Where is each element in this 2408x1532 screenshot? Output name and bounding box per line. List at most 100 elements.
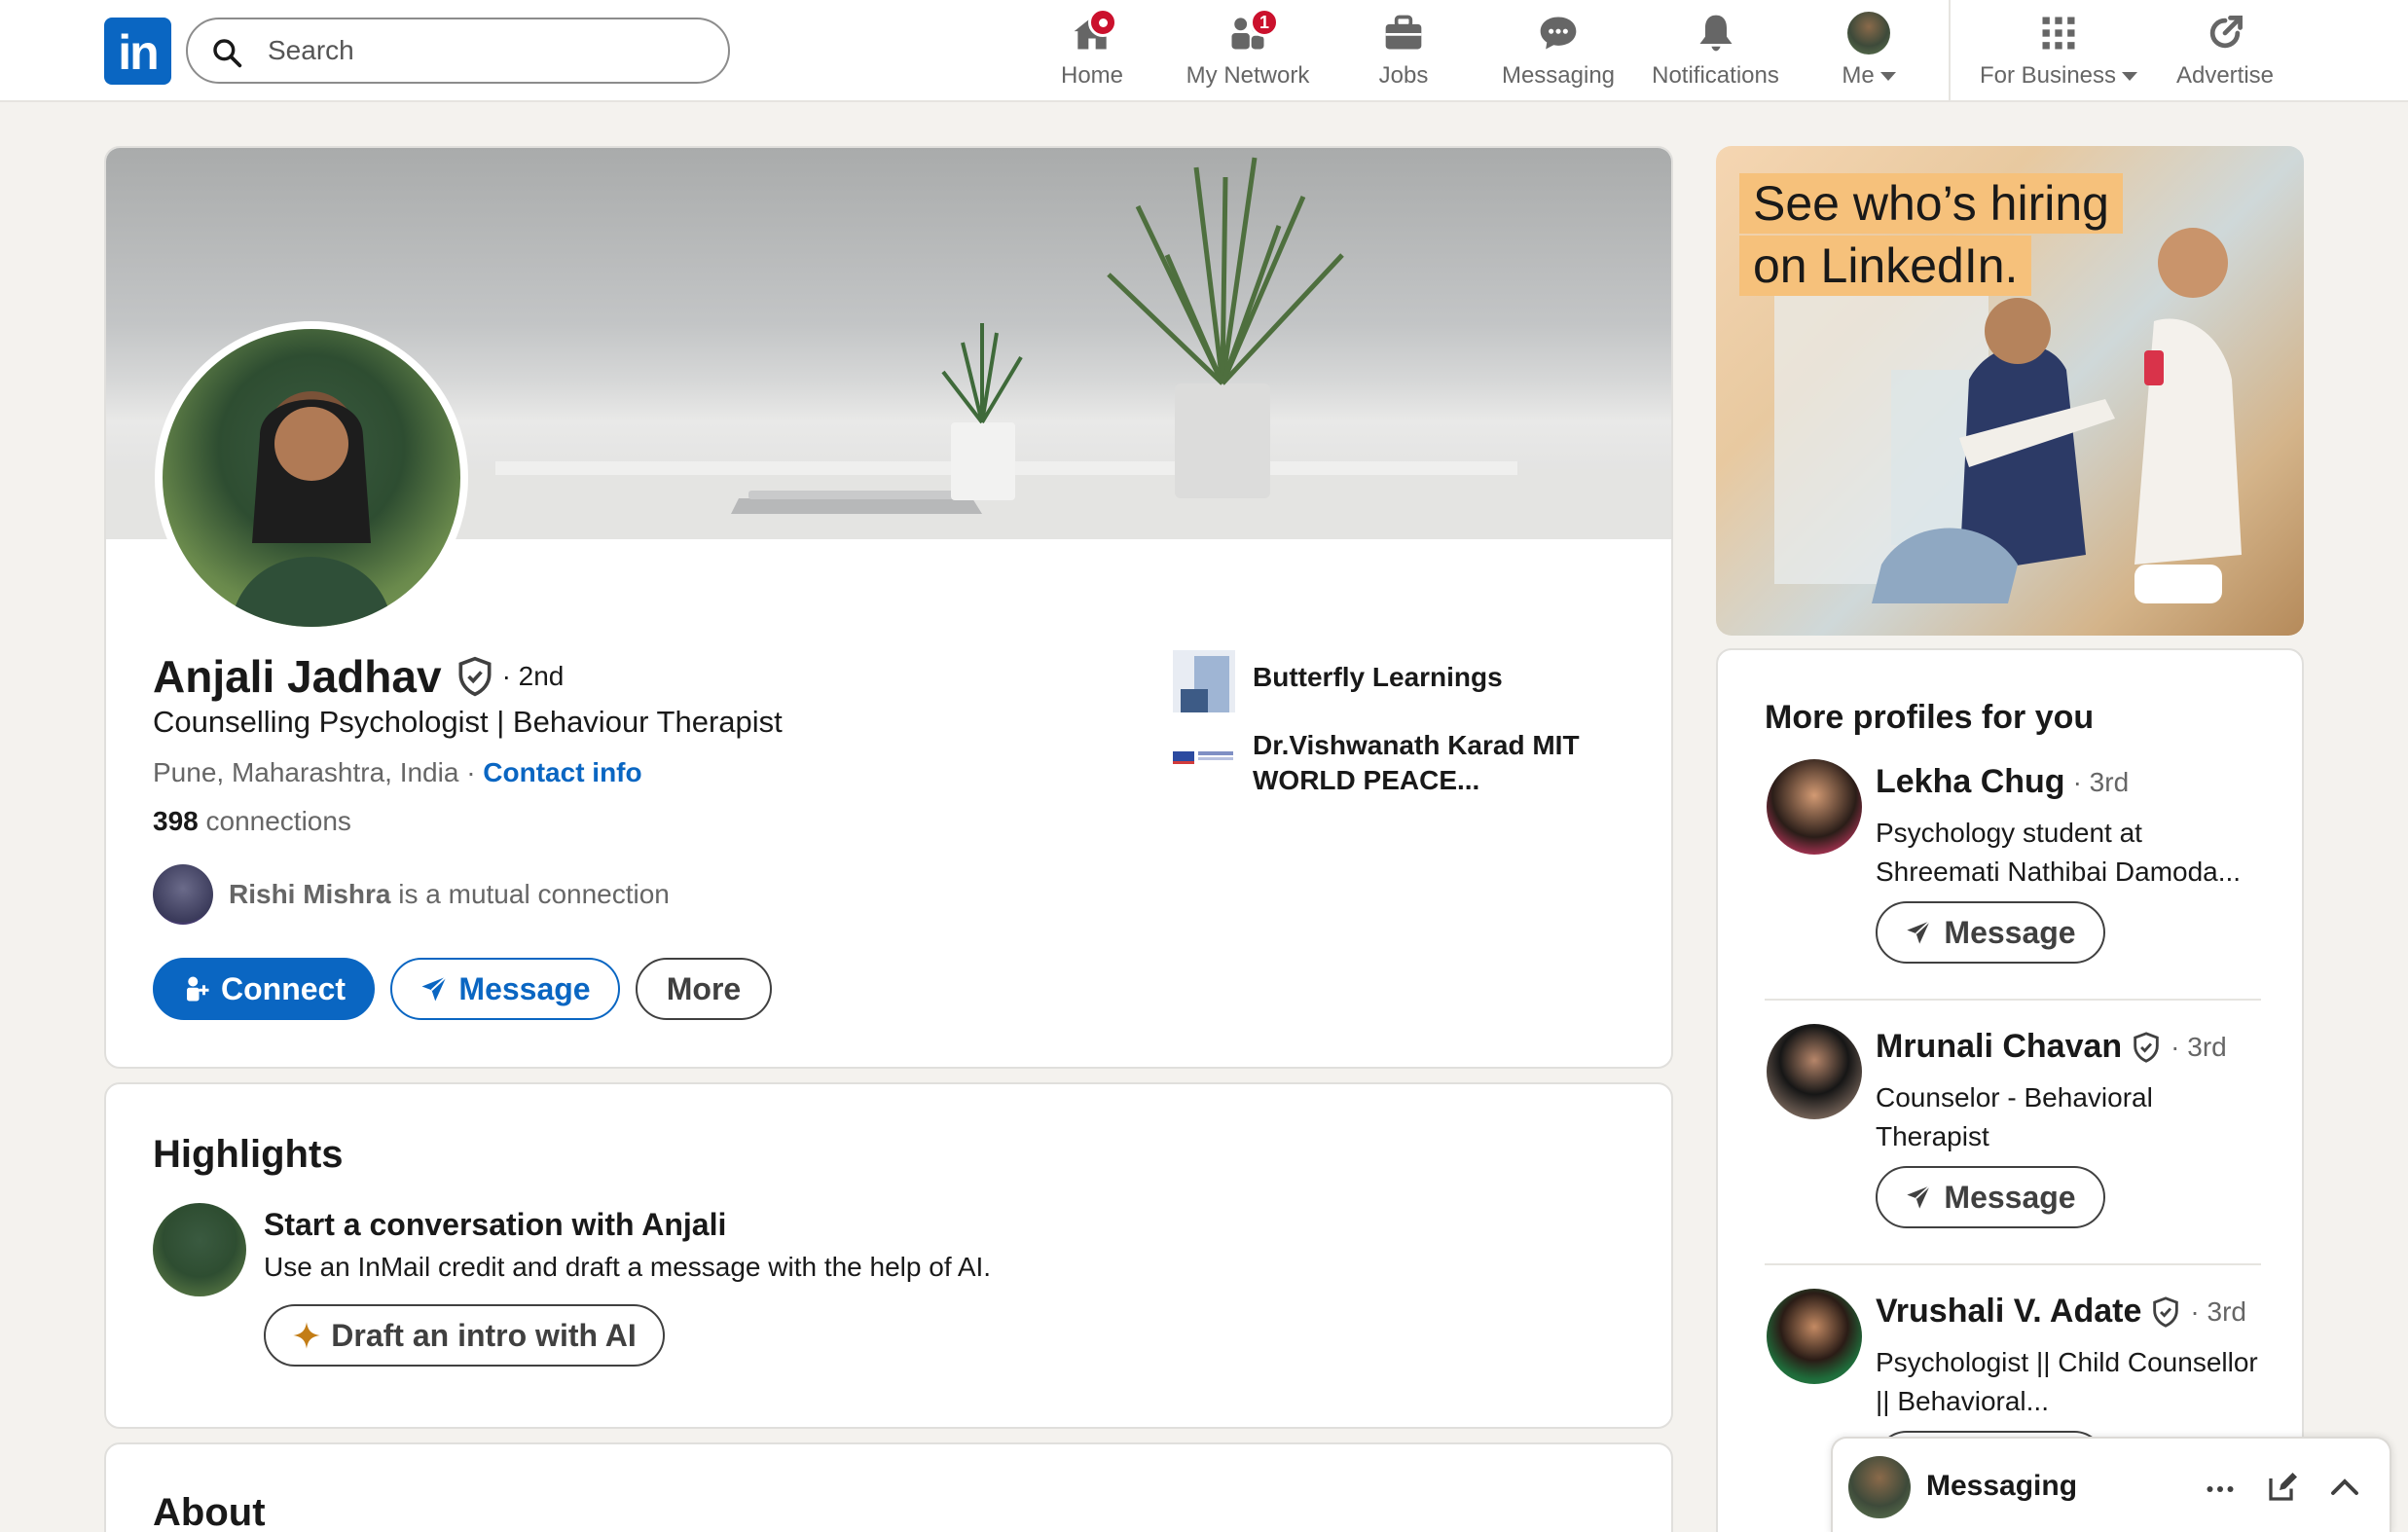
butterfly-learnings-logo <box>1173 650 1235 712</box>
company-education[interactable]: Dr.Vishwanath Karad MIT WORLD PEACE... <box>1173 728 1630 798</box>
suggested-profile-avatar <box>1767 1024 1862 1119</box>
mit-world-peace-logo <box>1173 751 1233 764</box>
message-label: Message <box>1944 1179 2076 1215</box>
profile-location-row: Pune, Maharashtra, India · Contact info <box>153 757 642 788</box>
highlights-card: Highlights Start a conversation with Anj… <box>104 1082 1673 1429</box>
nav-for-business[interactable]: For Business <box>1968 8 2149 95</box>
more-options-icon[interactable] <box>2203 1472 2238 1507</box>
search-input[interactable] <box>268 29 696 72</box>
highlights-title: Highlights <box>153 1133 344 1176</box>
profile-name: Anjali Jadhav <box>153 651 442 702</box>
profile-photo-illustration <box>231 391 392 627</box>
bell-icon <box>1695 12 1737 55</box>
verified-shield-icon <box>2134 1031 2159 1063</box>
suggested-profile-name: Vrushali V. Adate <box>1876 1293 2142 1330</box>
nav-home-label: Home <box>1060 62 1124 89</box>
connections-count-row[interactable]: 398 connections <box>153 806 351 837</box>
chevron-down-icon <box>1879 72 1896 82</box>
nav-advertise-label: Advertise <box>2175 62 2275 89</box>
network-badge: 1 <box>1250 8 1279 37</box>
suggested-profile[interactable]: Mrunali Chavan · 3rd Counselor - Behavio… <box>1767 1024 2263 1238</box>
contact-info-link[interactable]: Contact info <box>483 757 641 787</box>
send-icon <box>421 975 448 1002</box>
suggested-profile-headline: Psychology student at Shreemati Nathibai… <box>1876 818 2242 887</box>
profile-photo[interactable] <box>155 321 468 635</box>
suggested-profile-name: Lekha Chug <box>1876 763 2065 800</box>
connect-button[interactable]: Connect <box>153 958 375 1020</box>
messaging-icon <box>1537 12 1580 55</box>
about-title: About <box>153 1491 266 1532</box>
add-person-icon <box>187 976 209 1002</box>
send-icon <box>1907 1185 1931 1209</box>
global-nav: in Home 1 My Network <box>0 0 2408 102</box>
suggested-profile-name: Mrunali Chavan <box>1876 1028 2123 1065</box>
advertise-icon <box>2204 12 2246 55</box>
nav-my-network[interactable]: 1 My Network <box>1180 8 1316 95</box>
connections-label: connections <box>205 806 351 836</box>
search-icon <box>213 39 242 68</box>
messaging-dock-avatar <box>1848 1456 1911 1518</box>
compose-icon[interactable] <box>2265 1470 2300 1505</box>
sparkle-icon <box>293 1322 321 1349</box>
suggested-profile-message-button[interactable]: Message <box>1876 1166 2105 1228</box>
more-profiles-title: More profiles for you <box>1765 699 2095 736</box>
connection-degree: · 2nd <box>501 661 565 691</box>
nav-me-label: Me <box>1842 62 1875 89</box>
home-icon <box>1071 8 1117 55</box>
suggested-profile-degree: · 3rd <box>2072 766 2130 797</box>
highlight-title: Start a conversation with Anjali <box>264 1207 727 1242</box>
profile-location: Pune, Maharashtra, India · <box>153 757 476 787</box>
nav-me[interactable]: Me <box>1830 8 1908 95</box>
nav-notifications[interactable]: Notifications <box>1645 8 1786 95</box>
divider <box>1765 1263 2261 1265</box>
suggested-profile-degree: · 3rd <box>2190 1295 2246 1327</box>
suggested-profile-message-button[interactable]: Message <box>1876 901 2105 964</box>
nav-home[interactable]: Home <box>1053 8 1131 95</box>
linkedin-logo[interactable]: in <box>104 18 171 85</box>
mutual-avatar <box>153 864 213 925</box>
company-current[interactable]: Butterfly Learnings <box>1173 650 1503 712</box>
nav-notifications-label: Notifications <box>1652 62 1779 89</box>
suggested-profile-headline: Psychologist || Child Counsellor || Beha… <box>1876 1347 2258 1416</box>
profile-card: Anjali Jadhav · 2nd Counselling Psycholo… <box>104 146 1673 1069</box>
suggested-profile-degree: · 3rd <box>2171 1031 2227 1062</box>
company-education-name: Dr.Vishwanath Karad MIT WORLD PEACE... <box>1253 730 1580 795</box>
more-label: More <box>666 970 742 1006</box>
nav-for-business-label: For Business <box>1979 62 2117 89</box>
suggested-profile[interactable]: Lekha Chug · 3rd Psychology student at S… <box>1767 759 2263 973</box>
more-button[interactable]: More <box>636 958 772 1020</box>
more-profiles-card: More profiles for you Lekha Chug · 3rd P… <box>1716 648 2304 1532</box>
chevron-up-icon[interactable] <box>2327 1470 2362 1505</box>
nav-divider <box>1949 0 1951 101</box>
connect-label: Connect <box>221 970 346 1006</box>
suggested-profile-avatar <box>1767 1289 1862 1384</box>
hiring-ad[interactable]: See who’s hiring on LinkedIn. <box>1716 146 2304 636</box>
verified-shield-icon[interactable] <box>454 655 496 698</box>
verified-shield-icon <box>2153 1295 2179 1328</box>
connections-count: 398 <box>153 806 199 836</box>
ad-tagline-line1: See who’s hiring <box>1739 173 2123 234</box>
search-box[interactable] <box>186 18 730 84</box>
message-label: Message <box>1944 914 2076 950</box>
draft-intro-ai-button[interactable]: Draft an intro with AI <box>264 1304 665 1367</box>
network-icon: 1 <box>1226 8 1279 55</box>
message-button[interactable]: Message <box>390 958 620 1020</box>
me-avatar <box>1847 12 1890 55</box>
highlight-avatar <box>153 1203 246 1296</box>
suggested-profile-headline: Counselor - Behavioral Therapist <box>1876 1082 2153 1151</box>
nav-messaging-label: Messaging <box>1501 62 1616 89</box>
send-icon <box>1907 920 1931 944</box>
notification-dot <box>1088 8 1117 37</box>
message-label: Message <box>458 970 591 1006</box>
nav-jobs[interactable]: Jobs <box>1365 8 1442 95</box>
mutual-connection[interactable]: Rishi Mishra is a mutual connection <box>153 864 670 925</box>
messaging-dock[interactable]: Messaging <box>1831 1437 2391 1532</box>
suggested-profile-avatar <box>1767 759 1862 855</box>
highlight-description: Use an InMail credit and draft a message… <box>264 1252 992 1282</box>
nav-messaging[interactable]: Messaging <box>1497 8 1620 95</box>
nav-jobs-label: Jobs <box>1378 62 1429 89</box>
nav-advertise[interactable]: Advertise <box>2169 8 2281 95</box>
about-card: About <box>104 1442 1673 1532</box>
mutual-name: Rishi Mishra <box>229 879 391 909</box>
nav-network-label: My Network <box>1186 62 1310 89</box>
